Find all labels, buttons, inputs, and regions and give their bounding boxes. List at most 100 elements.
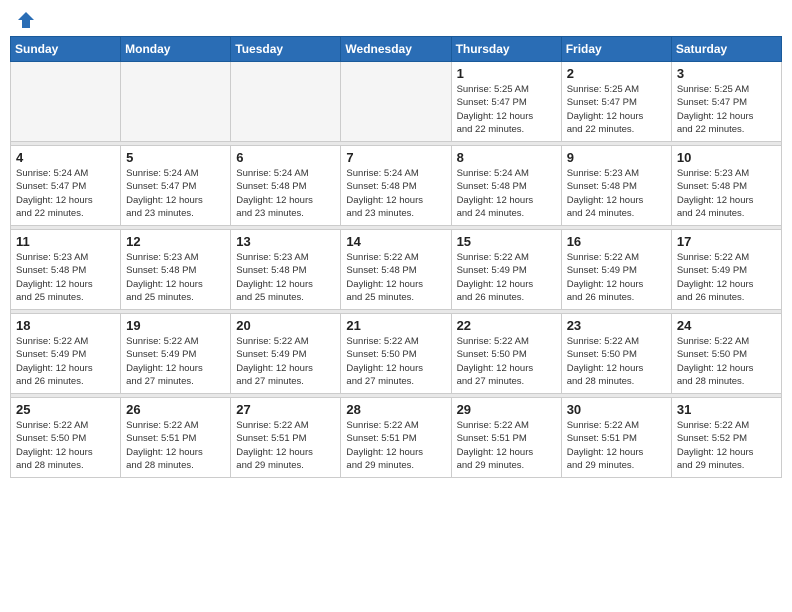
day-number: 9 [567, 150, 666, 165]
weekday-header-monday: Monday [121, 37, 231, 62]
day-info: Sunrise: 5:25 AM Sunset: 5:47 PM Dayligh… [677, 83, 776, 136]
day-info: Sunrise: 5:22 AM Sunset: 5:51 PM Dayligh… [126, 419, 225, 472]
calendar-cell: 22 Sunrise: 5:22 AM Sunset: 5:50 PM Dayli… [451, 314, 561, 394]
calendar-cell [341, 62, 451, 142]
day-info: Sunrise: 5:25 AM Sunset: 5:47 PM Dayligh… [567, 83, 666, 136]
day-number: 26 [126, 402, 225, 417]
calendar-cell: 20 Sunrise: 5:22 AM Sunset: 5:49 PM Dayli… [231, 314, 341, 394]
day-number: 22 [457, 318, 556, 333]
day-info: Sunrise: 5:23 AM Sunset: 5:48 PM Dayligh… [677, 167, 776, 220]
day-info: Sunrise: 5:24 AM Sunset: 5:47 PM Dayligh… [126, 167, 225, 220]
day-info: Sunrise: 5:22 AM Sunset: 5:49 PM Dayligh… [677, 251, 776, 304]
calendar-cell: 13Sunrise: 5:23 AM Sunset: 5:48 PM Dayli… [231, 230, 341, 310]
day-info: Sunrise: 5:24 AM Sunset: 5:48 PM Dayligh… [457, 167, 556, 220]
calendar-week-row: 18 Sunrise: 5:22 AM Sunset: 5:49 PM Dayli… [11, 314, 782, 394]
day-number: 16 [567, 234, 666, 249]
day-number: 12 [126, 234, 225, 249]
calendar-cell: 11 Sunrise: 5:23 AM Sunset: 5:48 PM Dayli… [11, 230, 121, 310]
day-number: 7 [346, 150, 445, 165]
calendar-week-row: 4 Sunrise: 5:24 AM Sunset: 5:47 PM Daylig… [11, 146, 782, 226]
logo [14, 10, 36, 30]
weekday-header-saturday: Saturday [671, 37, 781, 62]
calendar-cell: 9 Sunrise: 5:23 AM Sunset: 5:48 PM Daylig… [561, 146, 671, 226]
calendar-cell: 7 Sunrise: 5:24 AM Sunset: 5:48 PM Daylig… [341, 146, 451, 226]
day-info: Sunrise: 5:22 AM Sunset: 5:50 PM Dayligh… [346, 335, 445, 388]
day-info: Sunrise: 5:22 AM Sunset: 5:49 PM Dayligh… [16, 335, 115, 388]
page-header [10, 10, 782, 30]
day-info: Sunrise: 5:22 AM Sunset: 5:49 PM Dayligh… [236, 335, 335, 388]
day-number: 18 [16, 318, 115, 333]
calendar-cell: 26 Sunrise: 5:22 AM Sunset: 5:51 PM Dayli… [121, 398, 231, 478]
calendar-cell: 24 Sunrise: 5:22 AM Sunset: 5:50 PM Dayli… [671, 314, 781, 394]
calendar-cell: 15 Sunrise: 5:22 AM Sunset: 5:49 PM Dayli… [451, 230, 561, 310]
day-number: 4 [16, 150, 115, 165]
calendar-cell [121, 62, 231, 142]
day-number: 25 [16, 402, 115, 417]
day-number: 1 [457, 66, 556, 81]
calendar-cell: 1Sunrise: 5:25 AM Sunset: 5:47 PM Daylig… [451, 62, 561, 142]
calendar-cell: 16 Sunrise: 5:22 AM Sunset: 5:49 PM Dayli… [561, 230, 671, 310]
calendar-cell: 14 Sunrise: 5:22 AM Sunset: 5:48 PM Dayli… [341, 230, 451, 310]
calendar-cell: 17 Sunrise: 5:22 AM Sunset: 5:49 PM Dayli… [671, 230, 781, 310]
calendar-table: SundayMondayTuesdayWednesdayThursdayFrid… [10, 36, 782, 478]
day-info: Sunrise: 5:22 AM Sunset: 5:51 PM Dayligh… [236, 419, 335, 472]
calendar-week-row: 1 Sunrise: 5:25 AM Sunset: 5:47 PM Daylig… [11, 62, 782, 142]
calendar-cell: 4 Sunrise: 5:24 AM Sunset: 5:47 PM Daylig… [11, 146, 121, 226]
day-info: Sunrise: 5:23 AM Sunset: 5:48 PM Dayligh… [236, 251, 335, 304]
day-info: Sunrise: 5:22 AM Sunset: 5:49 PM Dayligh… [567, 251, 666, 304]
day-info: Sunrise: 5:22 AM Sunset: 5:51 PM Dayligh… [346, 419, 445, 472]
calendar-cell [231, 62, 341, 142]
calendar-cell: 31 Sunrise: 5:22 AM Sunset: 5:52 PM Dayli… [671, 398, 781, 478]
day-info: Sunrise: 5:22 AM Sunset: 5:48 PM Dayligh… [346, 251, 445, 304]
weekday-header-tuesday: Tuesday [231, 37, 341, 62]
day-info: Sunrise: 5:22 AM Sunset: 5:50 PM Dayligh… [457, 335, 556, 388]
day-info: Sunrise: 5:22 AM Sunset: 5:49 PM Dayligh… [126, 335, 225, 388]
day-number: 6 [236, 150, 335, 165]
day-number: 8 [457, 150, 556, 165]
day-number: 11 [16, 234, 115, 249]
day-number: 2 [567, 66, 666, 81]
day-info: Sunrise: 5:24 AM Sunset: 5:47 PM Dayligh… [16, 167, 115, 220]
logo-icon [16, 10, 36, 30]
day-info: Sunrise: 5:22 AM Sunset: 5:49 PM Dayligh… [457, 251, 556, 304]
day-number: 19 [126, 318, 225, 333]
calendar-cell: 19 Sunrise: 5:22 AM Sunset: 5:49 PM Dayli… [121, 314, 231, 394]
calendar-cell: 28 Sunrise: 5:22 AM Sunset: 5:51 PM Dayli… [341, 398, 451, 478]
calendar-cell: 6Sunrise: 5:24 AM Sunset: 5:48 PM Daylig… [231, 146, 341, 226]
calendar-cell: 23Sunrise: 5:22 AM Sunset: 5:50 PM Dayli… [561, 314, 671, 394]
day-number: 17 [677, 234, 776, 249]
calendar-cell: 29 Sunrise: 5:22 AM Sunset: 5:51 PM Dayli… [451, 398, 561, 478]
weekday-header-row: SundayMondayTuesdayWednesdayThursdayFrid… [11, 37, 782, 62]
day-number: 15 [457, 234, 556, 249]
day-number: 20 [236, 318, 335, 333]
calendar-week-row: 11 Sunrise: 5:23 AM Sunset: 5:48 PM Dayli… [11, 230, 782, 310]
weekday-header-wednesday: Wednesday [341, 37, 451, 62]
day-number: 14 [346, 234, 445, 249]
calendar-week-row: 25 Sunrise: 5:22 AM Sunset: 5:50 PM Dayli… [11, 398, 782, 478]
calendar-cell: 27 Sunrise: 5:22 AM Sunset: 5:51 PM Dayli… [231, 398, 341, 478]
day-number: 5 [126, 150, 225, 165]
day-info: Sunrise: 5:23 AM Sunset: 5:48 PM Dayligh… [567, 167, 666, 220]
day-number: 10 [677, 150, 776, 165]
day-number: 29 [457, 402, 556, 417]
day-info: Sunrise: 5:22 AM Sunset: 5:50 PM Dayligh… [16, 419, 115, 472]
calendar-cell: 8 Sunrise: 5:24 AM Sunset: 5:48 PM Daylig… [451, 146, 561, 226]
day-number: 30 [567, 402, 666, 417]
calendar-cell: 12Sunrise: 5:23 AM Sunset: 5:48 PM Dayli… [121, 230, 231, 310]
calendar-cell: 10 Sunrise: 5:23 AM Sunset: 5:48 PM Dayli… [671, 146, 781, 226]
day-info: Sunrise: 5:23 AM Sunset: 5:48 PM Dayligh… [16, 251, 115, 304]
calendar-cell: 18 Sunrise: 5:22 AM Sunset: 5:49 PM Dayli… [11, 314, 121, 394]
day-number: 24 [677, 318, 776, 333]
day-info: Sunrise: 5:22 AM Sunset: 5:52 PM Dayligh… [677, 419, 776, 472]
day-info: Sunrise: 5:22 AM Sunset: 5:51 PM Dayligh… [457, 419, 556, 472]
day-number: 21 [346, 318, 445, 333]
day-number: 28 [346, 402, 445, 417]
day-info: Sunrise: 5:22 AM Sunset: 5:51 PM Dayligh… [567, 419, 666, 472]
day-info: Sunrise: 5:24 AM Sunset: 5:48 PM Dayligh… [346, 167, 445, 220]
day-number: 23 [567, 318, 666, 333]
day-number: 27 [236, 402, 335, 417]
day-info: Sunrise: 5:22 AM Sunset: 5:50 PM Dayligh… [677, 335, 776, 388]
calendar-cell: 2 Sunrise: 5:25 AM Sunset: 5:47 PM Daylig… [561, 62, 671, 142]
calendar-cell: 3Sunrise: 5:25 AM Sunset: 5:47 PM Daylig… [671, 62, 781, 142]
day-number: 31 [677, 402, 776, 417]
